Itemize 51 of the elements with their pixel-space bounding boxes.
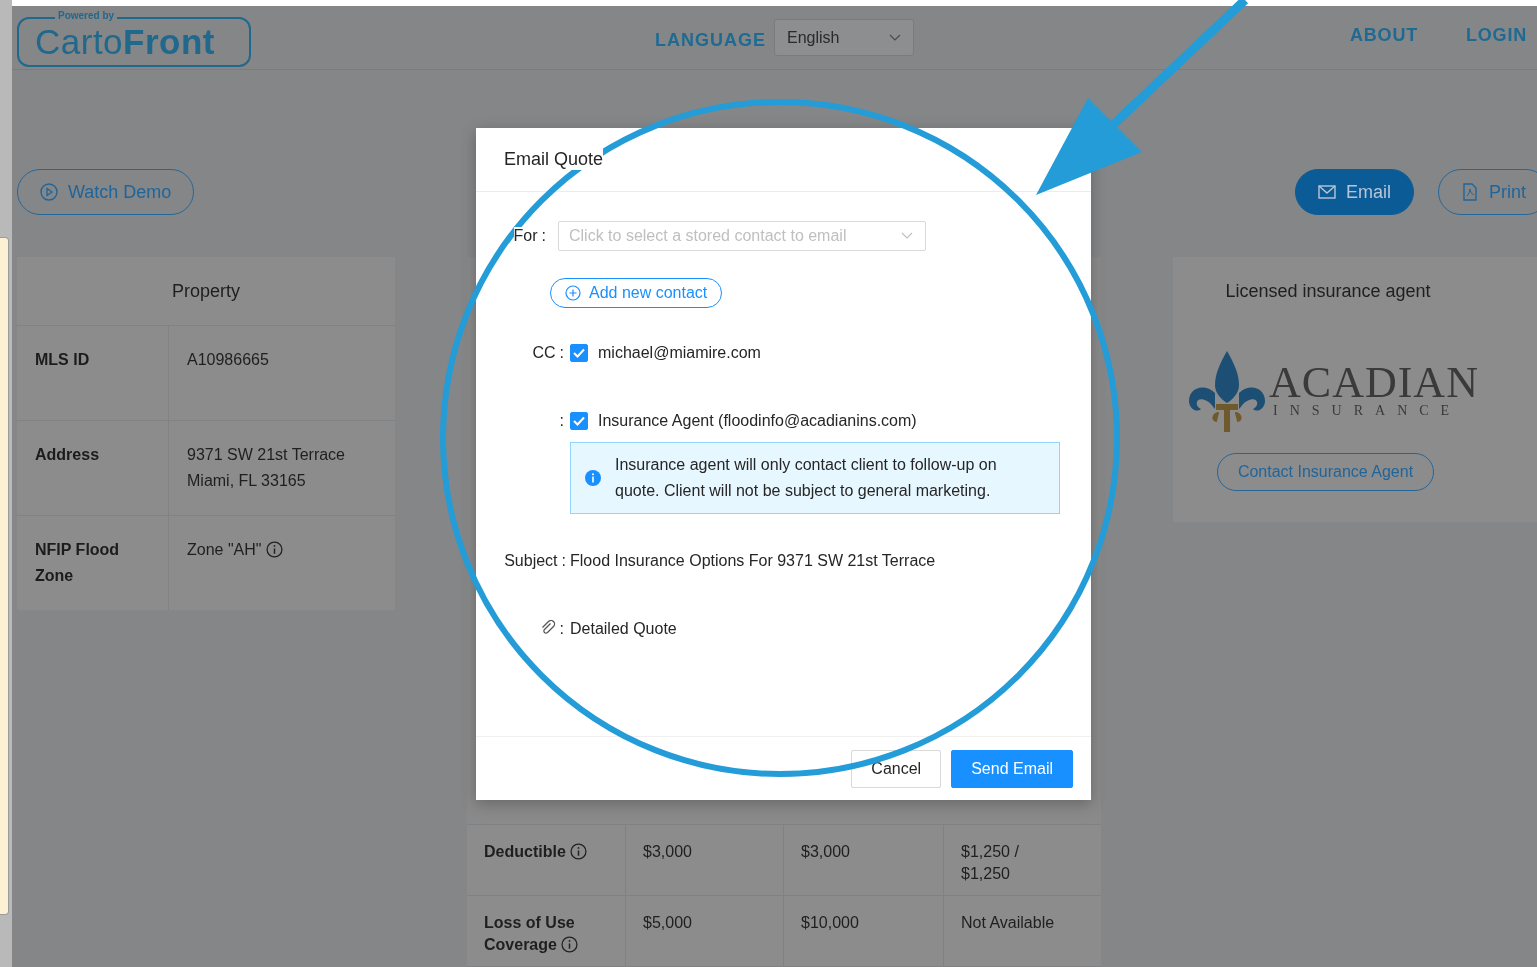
- field-label: Subject: [504, 552, 558, 570]
- document-icon: [1461, 183, 1479, 201]
- checkbox[interactable]: [570, 344, 588, 362]
- colon: :: [559, 344, 564, 362]
- table-cell-text: $3,000: [801, 842, 850, 862]
- table-cell-text: $5,000: [643, 913, 692, 933]
- table-cell-text: $10,000: [801, 913, 859, 933]
- plus-circle-icon: [565, 285, 581, 301]
- row-label: Deductible: [484, 843, 566, 860]
- row-label: Loss of Use Coverage: [484, 914, 575, 953]
- subject-value: Flood Insurance Options For 9371 SW 21st Terrace: [570, 552, 937, 570]
- language-dropdown[interactable]: English: [774, 19, 914, 56]
- dialog-title: Email Quote: [504, 149, 604, 170]
- table-title: Property: [172, 280, 240, 302]
- caret-icon: [901, 232, 913, 240]
- card-title: Licensed insurance agent: [1225, 280, 1431, 302]
- row-label: Address: [35, 446, 100, 463]
- checkbox-label: Insurance Agent (floodinfo@acadianins.com): [598, 412, 917, 430]
- envelope-icon: [1317, 183, 1336, 201]
- row-label: MLS ID: [35, 351, 90, 368]
- email-button[interactable]: Email: [1294, 169, 1414, 215]
- checkbox[interactable]: [570, 412, 588, 430]
- fleur-de-lis-icon: [1187, 349, 1268, 433]
- table-cell: A10986665: [187, 351, 269, 368]
- caret-icon: [889, 33, 901, 42]
- colon: :: [559, 412, 564, 430]
- contact-select[interactable]: Click to select a stored contact to email: [558, 221, 926, 251]
- alert-text: Insurance agent will only contact client to follow-up on quote. Client will not be subject to general marketing.: [615, 455, 998, 501]
- table-cell-text: $1,250 / $1,250: [961, 842, 1020, 884]
- logo-subtitle: INSURANCE: [1273, 403, 1463, 419]
- nav-link[interactable]: ABOUT: [1350, 25, 1418, 46]
- logo-tagline: Powered by: [55, 10, 118, 22]
- nav-link[interactable]: LOGIN: [1466, 25, 1527, 46]
- info-icon: [585, 470, 601, 486]
- table-cell: Miami, FL 33165: [187, 472, 306, 489]
- colon: :: [559, 620, 564, 638]
- row-label: NFIP Flood Zone: [35, 541, 120, 584]
- colon: :: [561, 552, 566, 570]
- table-cell-text: Not Available: [961, 913, 1055, 933]
- table-cell: Zone "AH": [187, 541, 262, 558]
- language-label: LANGUAGE: [655, 30, 766, 51]
- play-icon: [40, 183, 58, 201]
- add-contact-button[interactable]: Add new contact: [550, 278, 723, 308]
- table-cell-text: $3,000: [643, 842, 692, 862]
- send-email-button[interactable]: Send Email: [951, 749, 1073, 788]
- logo-name: ACADIAN: [1269, 363, 1479, 403]
- table-cell: 9371 SW 21st Terrace: [187, 446, 345, 463]
- checkbox-label: michael@miamire.com: [598, 344, 761, 362]
- field-label: CC: [532, 344, 556, 362]
- attachment-link[interactable]: Detailed Quote: [570, 620, 1091, 638]
- colon: :: [541, 227, 546, 245]
